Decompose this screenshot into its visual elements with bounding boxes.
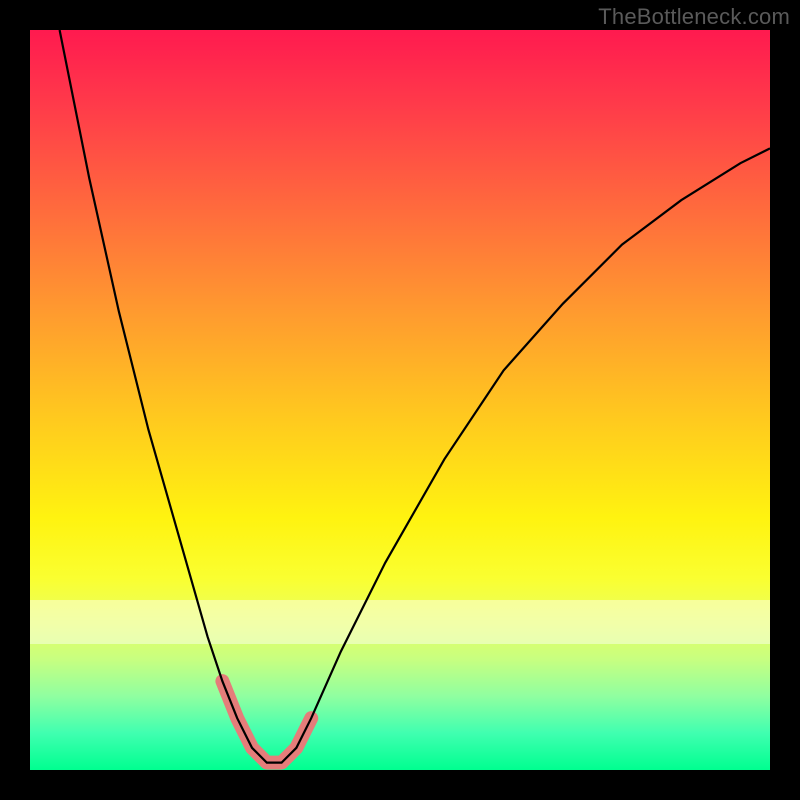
- watermark-text: TheBottleneck.com: [598, 4, 790, 30]
- bottleneck-curve: [60, 30, 770, 763]
- plot-area: [30, 30, 770, 770]
- chart-frame: TheBottleneck.com: [0, 0, 800, 800]
- highlight-segment: [222, 681, 311, 762]
- curve-layer: [30, 30, 770, 770]
